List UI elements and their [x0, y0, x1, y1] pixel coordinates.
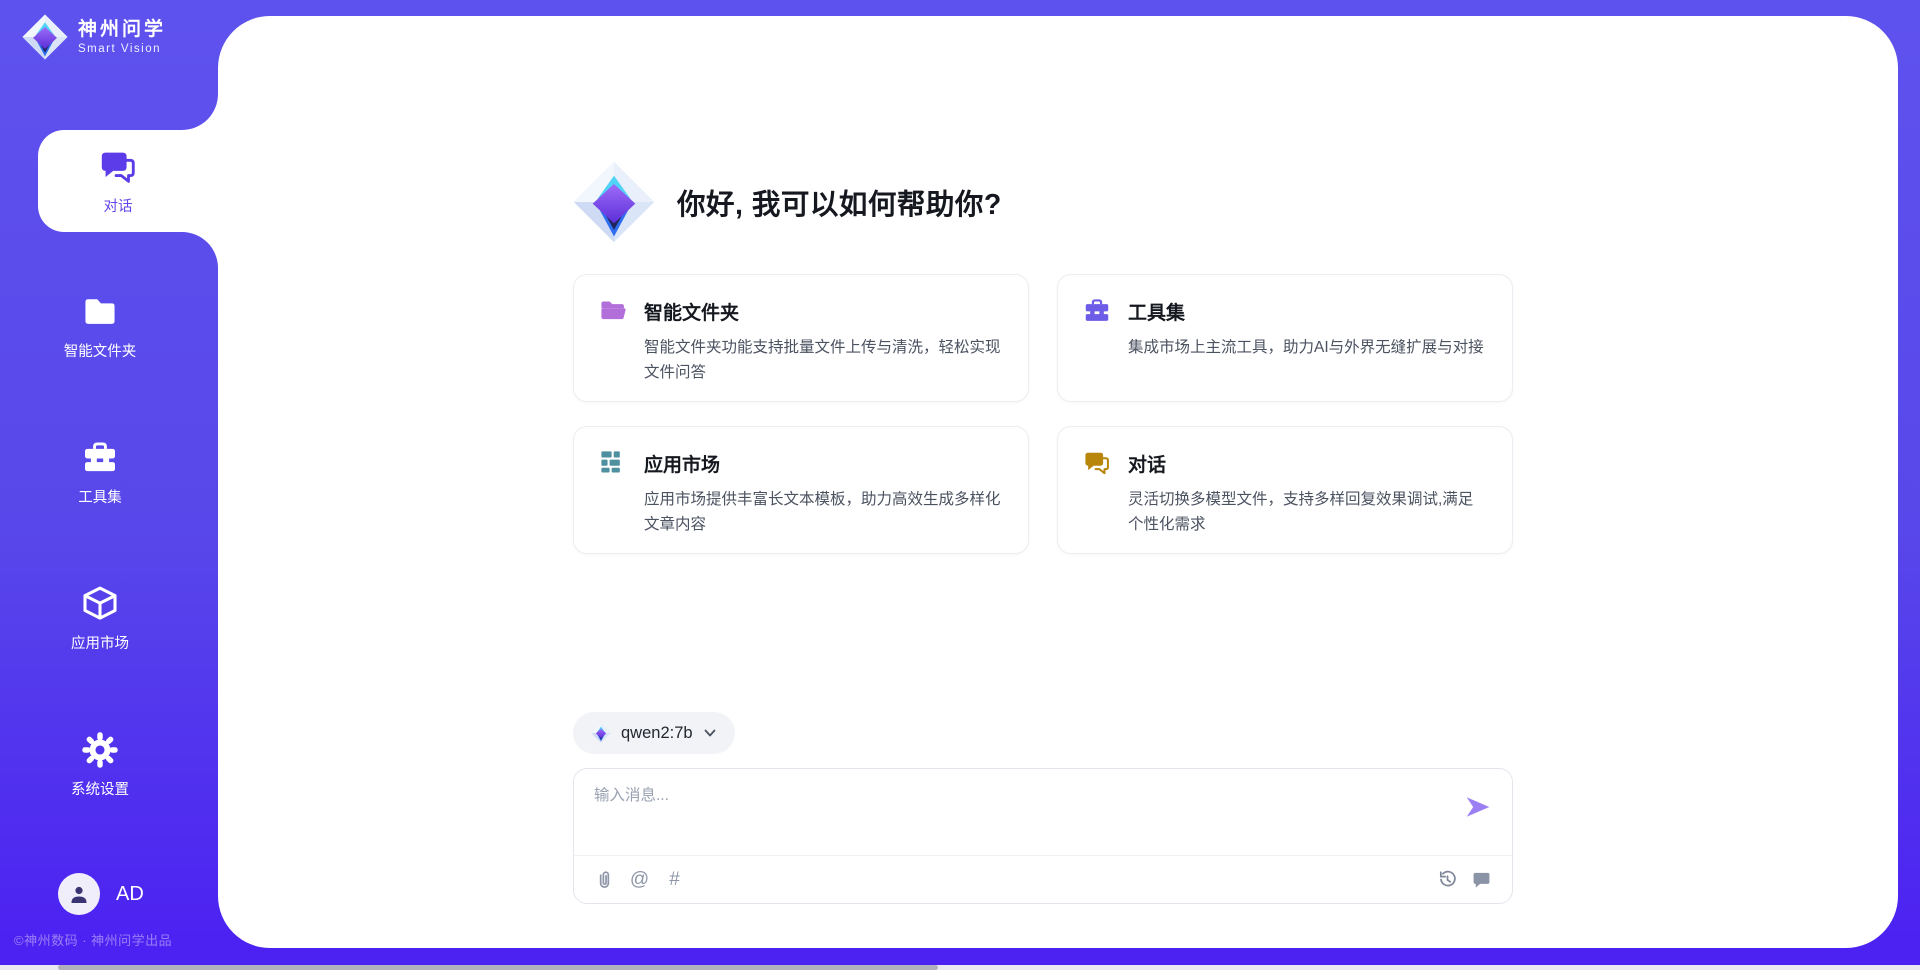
folder-open-icon — [598, 296, 628, 326]
model-selector[interactable]: qwen2:7b — [573, 712, 735, 754]
toolbox-icon — [1082, 296, 1112, 326]
attachment-icon[interactable] — [594, 869, 615, 890]
folder-icon — [80, 292, 120, 332]
hashtag-icon[interactable]: # — [664, 869, 685, 890]
model-name: qwen2:7b — [621, 724, 693, 743]
gear-icon — [80, 730, 120, 770]
sidebar: 神州问学 Smart Vision 对话 智能文件夹 工具集 应用市场 系统设置… — [0, 0, 218, 970]
brand-logo: 神州问学 Smart Vision — [22, 14, 166, 60]
card-chat[interactable]: 对话 灵活切换多模型文件，支持多样回复效果调试,满足个性化需求 — [1057, 426, 1513, 554]
toolbox-icon — [80, 438, 120, 478]
model-diamond-icon — [591, 723, 611, 743]
send-icon[interactable] — [1464, 793, 1492, 821]
card-smart-folder[interactable]: 智能文件夹 智能文件夹功能支持批量文件上传与清洗，轻松实现文件问答 — [573, 274, 1029, 402]
card-description: 集成市场上主流工具，助力AI与外界无缝扩展与对接 — [1128, 335, 1488, 360]
card-description: 应用市场提供丰富长文本模板，助力高效生成多样化文章内容 — [644, 487, 1004, 537]
card-description: 灵活切换多模型文件，支持多样回复效果调试,满足个性化需求 — [1128, 487, 1488, 537]
greeting-diamond-icon — [573, 161, 655, 243]
sidebar-item-label: 系统设置 — [71, 778, 129, 799]
app-grid-icon — [598, 448, 628, 478]
sidebar-item-label: 对话 — [104, 195, 133, 216]
chat-icon — [1082, 448, 1112, 478]
greeting-title: 你好, 我可以如何帮助你? — [677, 182, 1002, 223]
brand-subtitle: Smart Vision — [78, 43, 166, 55]
chevron-down-icon — [703, 726, 717, 740]
chat-icon — [97, 146, 139, 188]
sidebar-item-settings[interactable]: 系统设置 — [0, 730, 200, 799]
sidebar-item-app-market[interactable]: 应用市场 — [0, 584, 200, 653]
message-composer: @ # — [573, 768, 1513, 904]
message-input[interactable] — [594, 783, 1454, 847]
footer-note: ©神州数码 · 神州问学出品 — [14, 930, 172, 949]
card-title: 工具集 — [1128, 298, 1185, 325]
card-title: 应用市场 — [644, 450, 720, 477]
sidebar-item-label: 智能文件夹 — [64, 340, 137, 361]
user-initials: AD — [116, 883, 144, 906]
sidebar-item-chat[interactable]: 对话 — [38, 130, 218, 232]
sidebar-item-label: 工具集 — [78, 486, 122, 507]
mention-icon[interactable]: @ — [629, 869, 650, 890]
sidebar-item-toolset[interactable]: 工具集 — [0, 438, 200, 507]
cube-icon — [80, 584, 120, 624]
main-panel: 你好, 我可以如何帮助你? 智能文件夹 智能文件夹功能支持批量文件上传与清洗，轻… — [218, 16, 1898, 948]
card-title: 智能文件夹 — [644, 298, 739, 325]
avatar — [58, 873, 100, 915]
feedback-bubble-icon[interactable] — [1471, 869, 1492, 890]
person-icon — [67, 882, 91, 906]
user-avatar-button[interactable]: AD — [58, 873, 144, 915]
greeting: 你好, 我可以如何帮助你? — [573, 160, 1513, 244]
card-description: 智能文件夹功能支持批量文件上传与清洗，轻松实现文件问答 — [644, 335, 1004, 385]
horizontal-scrollbar-track — [0, 965, 1920, 970]
card-app-market[interactable]: 应用市场 应用市场提供丰富长文本模板，助力高效生成多样化文章内容 — [573, 426, 1029, 554]
brand-diamond-icon — [22, 14, 68, 60]
sidebar-item-label: 应用市场 — [71, 632, 129, 653]
brand-name: 神州问学 — [78, 19, 166, 41]
composer-toolbar: @ # — [594, 856, 1492, 903]
history-icon[interactable] — [1437, 869, 1458, 890]
card-title: 对话 — [1128, 450, 1166, 477]
sidebar-item-smart-folder[interactable]: 智能文件夹 — [0, 292, 200, 361]
feature-cards: 智能文件夹 智能文件夹功能支持批量文件上传与清洗，轻松实现文件问答 工具集 集成… — [573, 274, 1513, 554]
card-toolset[interactable]: 工具集 集成市场上主流工具，助力AI与外界无缝扩展与对接 — [1057, 274, 1513, 402]
horizontal-scrollbar-thumb[interactable] — [58, 965, 938, 970]
